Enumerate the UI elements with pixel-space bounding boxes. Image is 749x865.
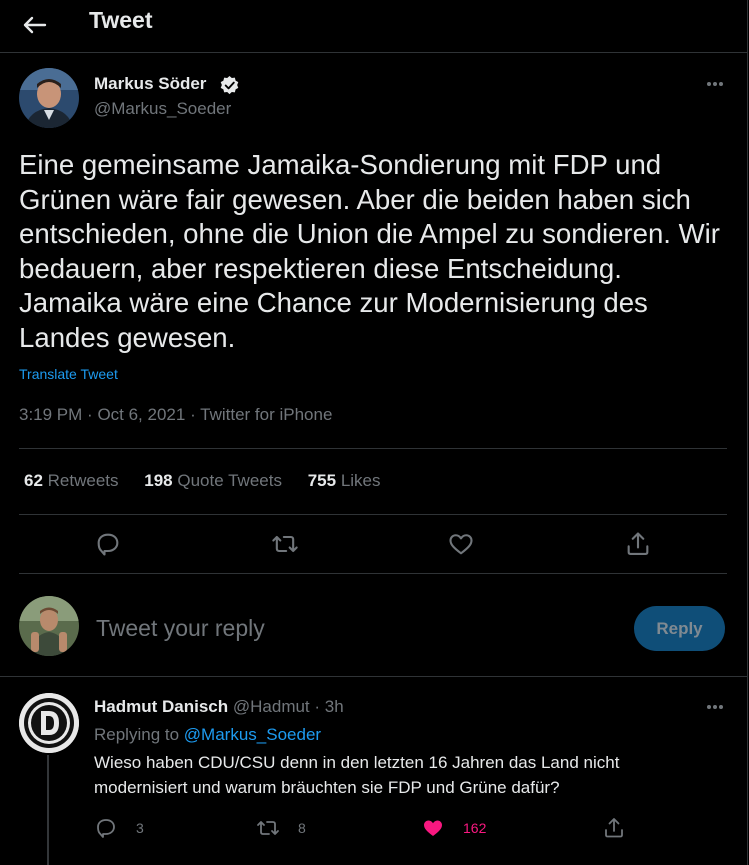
quote-tweets-label: Quote Tweets (177, 471, 282, 490)
tweet-source[interactable]: Twitter for iPhone (200, 405, 332, 424)
share-icon (627, 532, 649, 555)
reply-text: Wieso haben CDU/CSU denn in den letzten … (94, 753, 620, 797)
thread-line (47, 755, 49, 865)
tweet-date[interactable]: Oct 6, 2021 (97, 405, 185, 424)
share-icon (605, 818, 623, 838)
verified-badge-icon (219, 75, 240, 96)
likes-stat[interactable]: 755 Likes (308, 471, 381, 491)
likes-label: Likes (340, 471, 381, 490)
more-dots-icon (707, 705, 723, 709)
timeline-column: Tweet Markus Söder @Markus_Soeder Eine g… (0, 0, 748, 865)
tweet-text: Eine gemeinsame Jamaika-Sondierung mit F… (19, 149, 728, 353)
reply-more-options-button[interactable] (700, 697, 730, 717)
author-name[interactable]: Markus Söder (94, 74, 206, 94)
retweets-count: 62 (24, 471, 43, 490)
share-action-button[interactable] (624, 530, 652, 558)
replying-to: Replying to @Markus_Soeder (94, 725, 321, 745)
reply-author-avatar[interactable] (19, 693, 79, 753)
reply-input[interactable]: Tweet your reply (96, 615, 265, 642)
quote-tweets-count: 198 (144, 471, 173, 490)
page-title: Tweet (89, 7, 153, 33)
reply-age[interactable]: 3h (325, 697, 344, 716)
meta-separator: · (190, 405, 201, 424)
likes-count: 755 (307, 471, 337, 490)
reply-like-button[interactable]: 162 (421, 816, 486, 840)
user-avatar[interactable] (19, 596, 79, 656)
divider (19, 448, 727, 449)
reply-header: Hadmut Danisch @Hadmut · 3h (94, 697, 344, 717)
tweet-meta: 3:19 PM · Oct 6, 2021 · Twitter for iPho… (19, 405, 332, 425)
author-handle[interactable]: @Markus_Soeder (94, 99, 231, 119)
reply-retweet-button[interactable]: 8 (256, 816, 306, 840)
tweet-time[interactable]: 3:19 PM (19, 405, 82, 424)
meta-separator: · (87, 405, 98, 424)
tweet-stats: 62 Retweets 198 Quote Tweets 755 Likes (24, 471, 402, 491)
divider (0, 676, 747, 677)
reply-icon (97, 533, 119, 556)
reply-button[interactable]: Reply (634, 606, 725, 651)
retweet-action-button[interactable] (271, 530, 299, 558)
reply-reply-button[interactable]: 3 (94, 816, 144, 840)
retweet-icon (272, 535, 298, 553)
reply-author-name[interactable]: Hadmut Danisch (94, 697, 228, 716)
replying-prefix: Replying to (94, 725, 180, 744)
retweet-count: 8 (298, 820, 306, 836)
retweets-stat[interactable]: 62 Retweets (24, 471, 119, 491)
author-avatar[interactable] (19, 68, 79, 128)
heart-icon (449, 534, 473, 555)
page-header: Tweet (0, 0, 747, 53)
translate-tweet-link[interactable]: Translate Tweet (19, 366, 118, 382)
retweet-icon (257, 821, 279, 835)
quote-tweets-stat[interactable]: 198 Quote Tweets (144, 471, 282, 491)
reply-count: 3 (136, 820, 144, 836)
reply-share-button[interactable] (602, 816, 644, 840)
meta-separator: · (314, 697, 325, 716)
like-count: 162 (463, 820, 487, 836)
more-options-button[interactable] (700, 74, 730, 94)
divider (19, 573, 727, 574)
like-action-button[interactable] (447, 530, 475, 558)
heart-filled-icon (424, 820, 442, 836)
more-dots-icon (707, 82, 723, 86)
arrow-left-icon (23, 16, 47, 34)
retweets-label: Retweets (47, 471, 119, 490)
reply-author-handle[interactable]: @Hadmut (233, 697, 310, 716)
divider (19, 514, 727, 515)
back-button[interactable] (18, 8, 52, 42)
reply-action-button[interactable] (94, 530, 122, 558)
reply-icon (97, 819, 115, 838)
replying-to-link[interactable]: @Markus_Soeder (184, 725, 321, 744)
